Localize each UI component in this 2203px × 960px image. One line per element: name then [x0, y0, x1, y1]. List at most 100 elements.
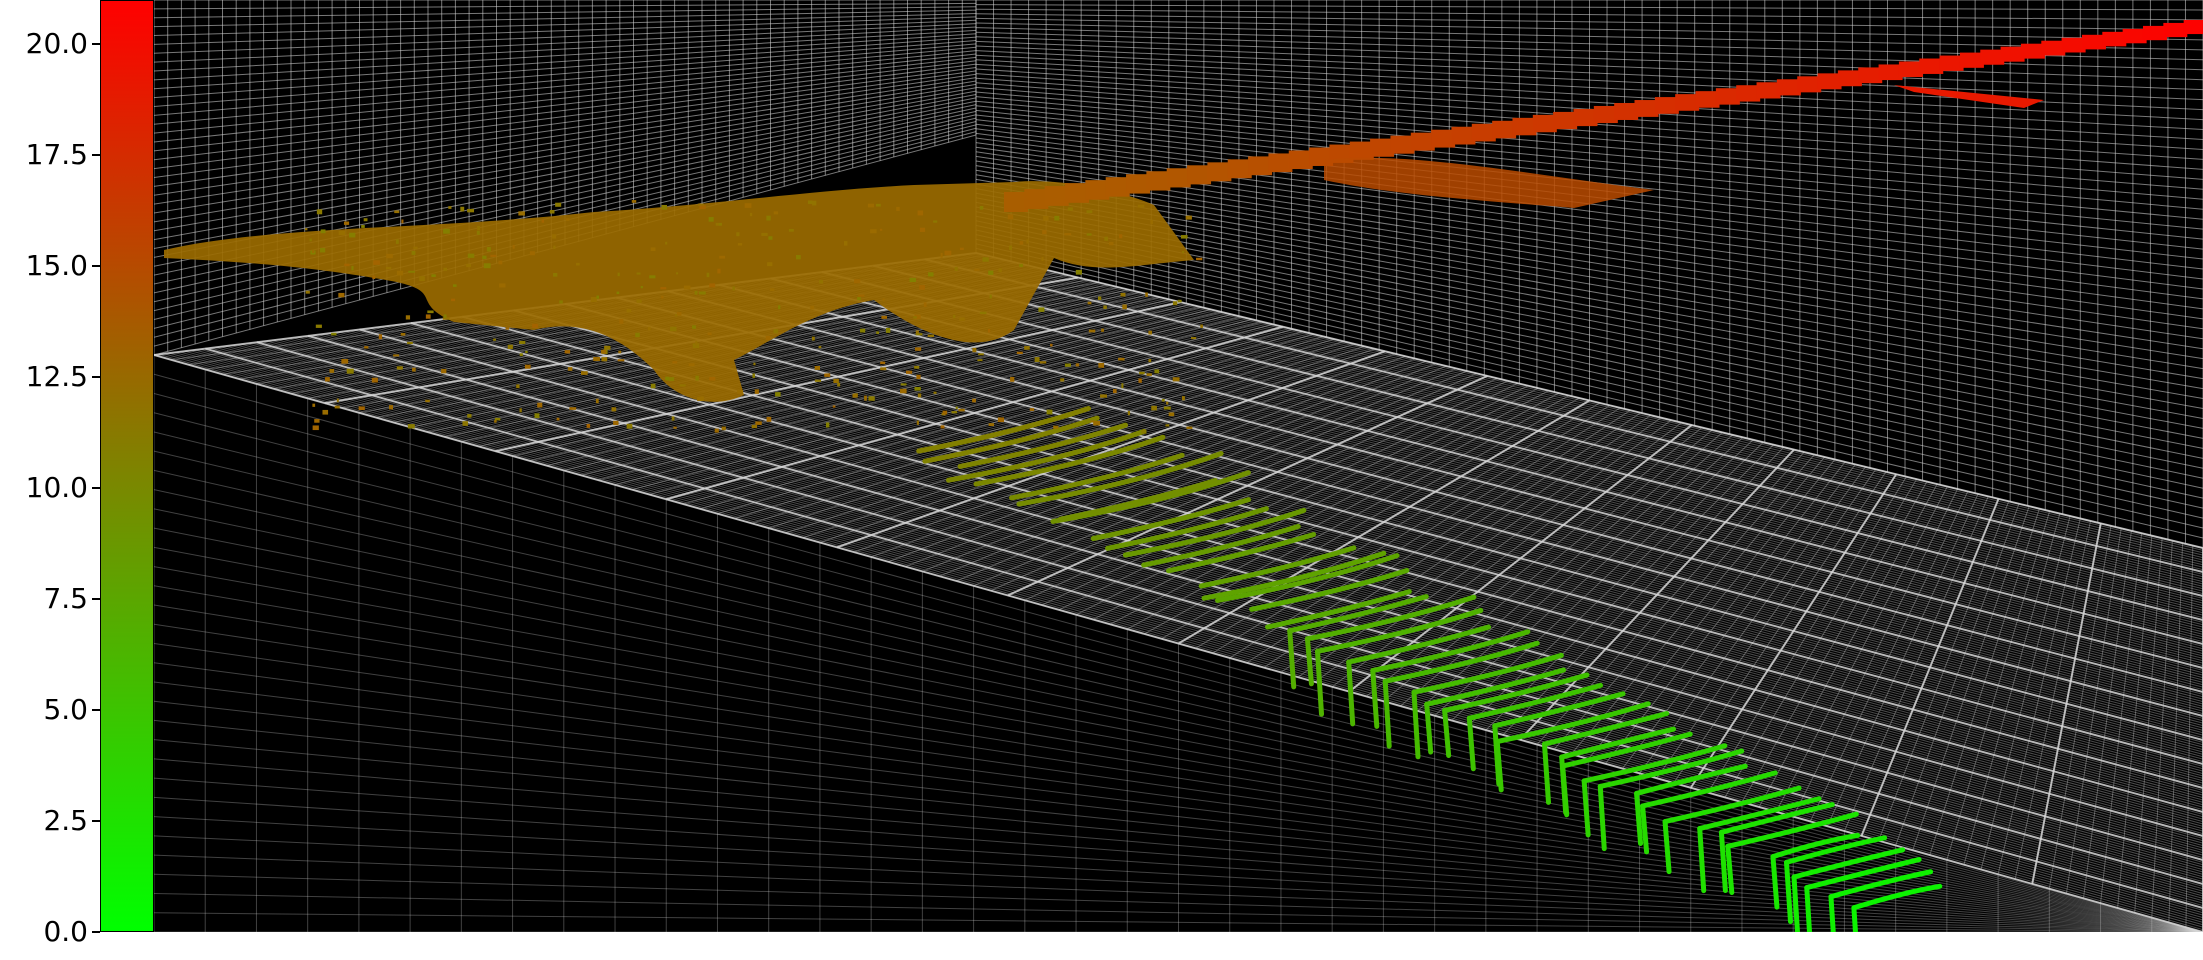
point-cloud-point — [460, 206, 465, 212]
point-cloud-point — [699, 205, 706, 210]
point-cloud-point — [997, 417, 1005, 423]
point-cloud-point — [341, 359, 349, 364]
colorbar-tick-mark — [92, 931, 100, 933]
point-cloud-point — [1186, 426, 1193, 429]
point-cloud-point — [1121, 383, 1124, 389]
point-cloud-point — [1010, 376, 1015, 382]
point-cloud-point — [688, 363, 695, 367]
point-cloud-point — [650, 383, 656, 389]
point-cloud-point — [766, 215, 771, 221]
point-cloud-point — [1139, 371, 1145, 375]
point-cloud-point — [825, 422, 830, 428]
point-cloud-point — [636, 299, 642, 303]
point-cloud-point — [1118, 357, 1125, 361]
point-cloud-point — [1054, 215, 1060, 221]
point-cloud-point — [1196, 257, 1203, 261]
point-cloud-point — [860, 328, 866, 333]
point-cloud-point — [692, 325, 696, 329]
point-cloud-slat — [1828, 894, 1836, 932]
point-cloud-point — [1161, 398, 1165, 402]
point-cloud-point — [524, 364, 531, 369]
point-cloud-point — [676, 312, 682, 316]
point-cloud-point — [1191, 337, 1197, 340]
point-cloud-point — [695, 375, 699, 381]
point-cloud-point — [953, 314, 956, 319]
point-cloud-point — [672, 361, 678, 364]
point-cloud-point — [769, 288, 775, 292]
point-cloud-point — [408, 270, 415, 273]
point-cloud-point — [1141, 429, 1147, 434]
point-cloud-point — [1075, 363, 1080, 367]
point-cloud-point — [940, 425, 945, 429]
point-cloud-point — [944, 250, 952, 256]
point-cloud-point — [1163, 406, 1171, 410]
point-cloud-point — [885, 327, 891, 333]
point-cloud-point — [1067, 207, 1073, 211]
point-cloud-point — [979, 311, 987, 315]
point-cloud-point — [670, 326, 677, 332]
colorbar-tick-label: 17.5 — [25, 138, 88, 172]
point-cloud-slat — [1287, 628, 1297, 690]
colorbar-tick-label: 15.0 — [25, 249, 88, 283]
point-cloud-point — [852, 393, 858, 398]
point-cloud-point — [618, 350, 622, 354]
point-cloud-slat — [1640, 803, 1650, 855]
point-cloud-point — [529, 251, 535, 256]
point-cloud-point — [933, 220, 938, 223]
point-cloud-point — [373, 260, 380, 265]
point-cloud-point — [1087, 301, 1092, 305]
point-cloud-point — [395, 239, 399, 244]
point-cloud-point — [394, 210, 400, 214]
point-cloud-point — [586, 423, 591, 428]
point-cloud-point — [407, 424, 415, 429]
point-cloud-point — [304, 228, 308, 231]
point-cloud-point — [942, 410, 948, 415]
point-cloud-rib — [1804, 857, 1922, 891]
point-cloud-point — [1185, 215, 1192, 220]
point-cloud-viewport[interactable] — [154, 0, 2203, 932]
point-cloud-point — [864, 395, 867, 401]
point-cloud-point — [338, 292, 345, 298]
point-cloud-point — [486, 247, 491, 252]
colorbar-tick-mark — [92, 709, 100, 712]
point-cloud-slat — [1424, 701, 1434, 755]
point-cloud-point — [755, 421, 762, 425]
point-cloud-point — [1168, 412, 1175, 417]
point-cloud-point — [1154, 369, 1160, 374]
point-cloud-point — [665, 241, 668, 245]
point-cloud-scene[interactable] — [154, 0, 2203, 932]
point-cloud-point — [870, 229, 877, 234]
point-cloud-point — [923, 302, 927, 308]
point-cloud-point — [868, 396, 875, 401]
point-cloud-point — [358, 406, 365, 411]
point-cloud-point — [1075, 269, 1082, 275]
point-cloud-point — [372, 275, 376, 280]
point-cloud-point — [788, 228, 794, 232]
point-cloud-point — [832, 405, 836, 408]
colorbar-tick-mark — [92, 598, 100, 601]
point-cloud-point — [1146, 373, 1152, 376]
point-cloud-point — [988, 270, 994, 275]
point-cloud-point — [955, 406, 958, 409]
point-cloud-point — [1119, 234, 1123, 239]
point-cloud-point — [1038, 307, 1045, 312]
point-cloud-point — [648, 326, 651, 331]
point-cloud-point — [736, 232, 740, 237]
point-cloud-point — [671, 416, 675, 421]
point-cloud-point — [867, 203, 874, 208]
point-cloud-point — [676, 272, 679, 275]
point-cloud-point — [385, 266, 392, 270]
point-cloud-point — [1200, 324, 1203, 328]
point-cloud-point — [519, 353, 523, 357]
point-cloud-point — [716, 223, 719, 226]
point-cloud-point — [569, 407, 577, 410]
point-cloud-point — [494, 419, 497, 423]
colorbar-tick-mark — [92, 487, 100, 490]
point-cloud-point — [796, 255, 801, 260]
point-cloud-point — [661, 204, 668, 210]
point-cloud-point — [1039, 361, 1047, 364]
point-cloud-slat — [1581, 778, 1591, 838]
point-cloud-point — [611, 407, 617, 412]
point-cloud-point — [371, 377, 378, 383]
point-cloud-point — [411, 250, 416, 255]
